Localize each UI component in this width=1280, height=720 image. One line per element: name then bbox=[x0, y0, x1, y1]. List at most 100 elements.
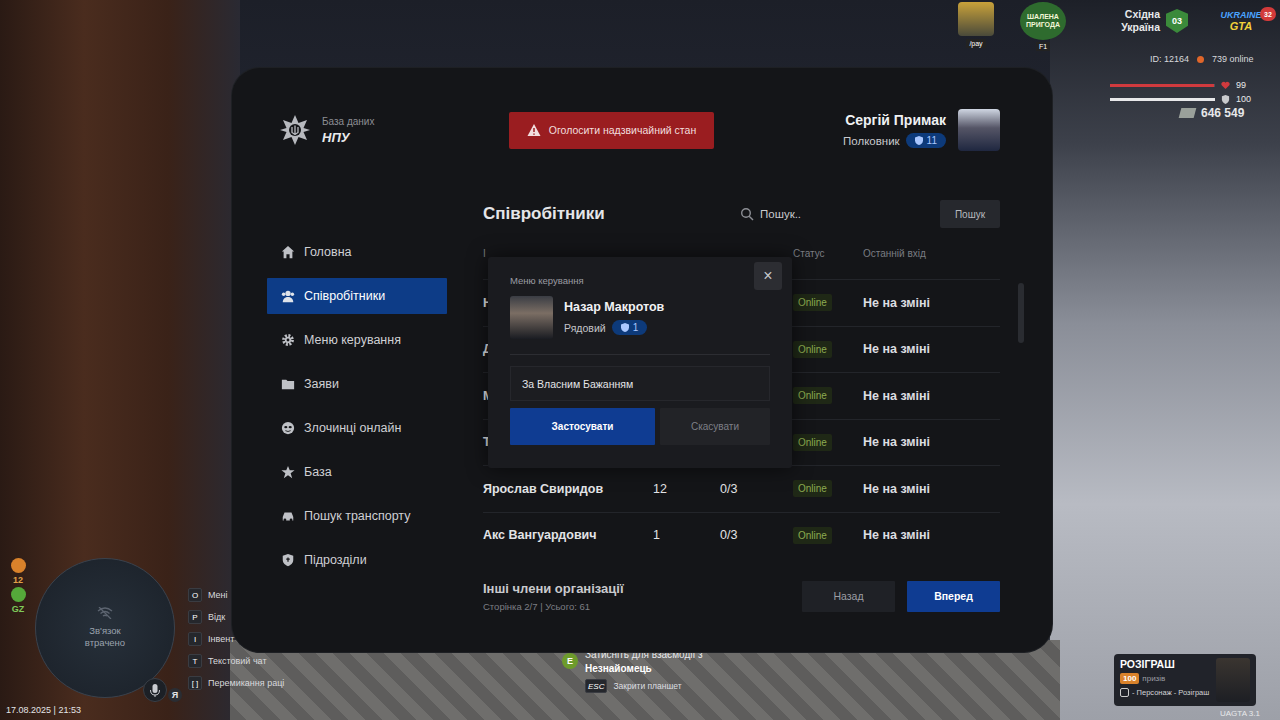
table-footer: Інші члени організаціїСторінка 2/7 | Усь… bbox=[483, 576, 1000, 616]
member-name: Назар Макротов bbox=[564, 300, 664, 314]
sidebar-item[interactable]: Співробітники bbox=[267, 278, 447, 314]
voice-label: Я bbox=[168, 688, 182, 702]
interact-texts: Затисніть для взаємодії зНезнайомецьESCЗ… bbox=[585, 648, 703, 693]
giveaway-panel[interactable]: РОЗІГРАШ100призів- Персонаж - Розіграш bbox=[1114, 654, 1256, 706]
region-badge: 03 bbox=[1166, 9, 1188, 33]
region-number: 03 bbox=[1172, 16, 1182, 26]
sidebar-item[interactable]: Підрозділи bbox=[267, 542, 447, 578]
sidebar-item-label: Підрозділи bbox=[304, 553, 367, 567]
status-cell: Online bbox=[793, 480, 863, 497]
modal-title: Меню керування bbox=[510, 275, 770, 287]
search-button[interactable]: Пошук bbox=[940, 200, 1000, 228]
shield-icon bbox=[915, 136, 923, 145]
armor-bar: 100 bbox=[1110, 94, 1256, 104]
prev-button[interactable]: Назад bbox=[802, 581, 895, 612]
money: 646 549 bbox=[1180, 106, 1244, 120]
interact-target: Незнайомець bbox=[585, 662, 703, 676]
warnings-cell: 0/3 bbox=[720, 528, 793, 542]
management-modal: Меню керування×Назар МакротовРядовий1За … bbox=[488, 257, 792, 468]
key-cap[interactable]: [ ] bbox=[188, 676, 202, 690]
esc-key[interactable]: ESC bbox=[585, 679, 607, 693]
sidebar-item-icon bbox=[281, 421, 295, 435]
police-tablet: База данихНПУОголосити надзвичайний стан… bbox=[232, 68, 1052, 652]
key-cap[interactable]: O bbox=[188, 588, 202, 602]
sidebar-item-icon bbox=[281, 553, 295, 567]
pay-picture bbox=[958, 2, 994, 36]
armor-bar-value: 100 bbox=[1236, 94, 1256, 104]
money-icon bbox=[1179, 108, 1197, 118]
brand-subtitle: База даних bbox=[322, 116, 374, 127]
giveaway-hint-row: - Персонаж - Розіграш bbox=[1120, 688, 1216, 697]
version-label: UAGTA 3.1 bbox=[1220, 709, 1260, 718]
warning-icon bbox=[527, 123, 541, 137]
interact-key[interactable]: E bbox=[562, 653, 578, 669]
last-login-cell: Не на зміні bbox=[863, 482, 1000, 496]
armor-bar-icon bbox=[1221, 95, 1230, 104]
sidebar: Головна Співробітники Меню керування Заяви З… bbox=[267, 234, 447, 652]
shield-icon bbox=[621, 323, 629, 332]
sidebar-item[interactable]: Пошук транспорту bbox=[267, 498, 447, 534]
stat-icon bbox=[11, 558, 26, 573]
key-label: Інвент bbox=[208, 634, 234, 644]
apply-button[interactable]: Застосувати bbox=[510, 408, 655, 445]
key-cap[interactable]: T bbox=[188, 654, 202, 668]
tablet-header: База данихНПУОголосити надзвичайний стан… bbox=[280, 108, 1000, 152]
last-login-cell: Не на зміні bbox=[863, 528, 1000, 542]
sidebar-item-label: Пошук транспорту bbox=[304, 509, 410, 523]
interaction-hint: EЗатисніть для взаємодії зНезнайомецьESC… bbox=[562, 648, 703, 693]
search-input[interactable] bbox=[760, 208, 930, 220]
sidebar-item-label: Головна bbox=[304, 245, 352, 259]
table-row[interactable]: Ярослав Свиридов120/3OnlineНе на зміні bbox=[483, 465, 1000, 512]
user-block: Сергій ПримакПолковник11 bbox=[714, 109, 1000, 151]
sidebar-item-label: Злочинці онлайн bbox=[304, 421, 401, 435]
adventure-key: F1 bbox=[1036, 42, 1050, 51]
column-header: Останній вхід bbox=[863, 248, 1000, 259]
status-cell: Online bbox=[793, 434, 863, 451]
adventure-shortcut[interactable]: ШАЛЕНА ПРИГОДА F1 bbox=[1019, 2, 1067, 51]
online-count: 739 online bbox=[1212, 54, 1254, 64]
sidebar-item[interactable]: База bbox=[267, 454, 447, 490]
online-dot-icon bbox=[1197, 56, 1204, 63]
next-button[interactable]: Вперед bbox=[907, 581, 1000, 612]
status-tag: Online bbox=[793, 434, 832, 451]
sidebar-item[interactable]: Заяви bbox=[267, 366, 447, 402]
modal-buttons: ЗастосуватиСкасувати bbox=[510, 408, 770, 445]
adventure-title: ШАЛЕНА ПРИГОДА bbox=[1023, 13, 1063, 29]
scrollbar-thumb[interactable] bbox=[1018, 283, 1024, 343]
rank-cell: 1 bbox=[653, 528, 720, 542]
giveaway-count: 100 bbox=[1120, 673, 1139, 684]
user-rank-row: Полковник11 bbox=[843, 133, 946, 148]
sidebar-item[interactable]: Злочинці онлайн bbox=[267, 410, 447, 446]
key-icon bbox=[1120, 688, 1129, 697]
sidebar-item-icon bbox=[281, 333, 295, 347]
key-hint: P Відк bbox=[188, 608, 284, 626]
sidebar-item[interactable]: Меню керування bbox=[267, 322, 447, 358]
key-cap[interactable]: P bbox=[188, 610, 202, 624]
table-row[interactable]: Акс Вангуардович10/3OnlineНе на зміні bbox=[483, 512, 1000, 559]
sidebar-item-label: Заяви bbox=[304, 377, 339, 391]
key-hints: OМеніPВідкIІнвентTТекстовий чат[ ]Переми… bbox=[188, 586, 284, 692]
emergency-button[interactable]: Оголосити надзвичайний стан bbox=[509, 112, 714, 149]
reason-field[interactable]: За Власним Бажанням bbox=[510, 366, 770, 401]
sidebar-item[interactable]: Головна bbox=[267, 234, 447, 270]
sidebar-item-icon bbox=[281, 245, 295, 259]
giveaway-title: РОЗІГРАШ bbox=[1120, 658, 1216, 670]
key-label: Текстовий чат bbox=[208, 656, 267, 666]
close-button[interactable]: × bbox=[754, 262, 782, 290]
region-indicator: Східна Україна03 bbox=[1090, 8, 1188, 34]
esc-hint: ESCЗакрити планшет bbox=[585, 679, 703, 693]
key-cap[interactable]: I bbox=[188, 632, 202, 646]
footer-info: Інші члени організаціїСторінка 2/7 | Усь… bbox=[483, 581, 802, 612]
search-box[interactable] bbox=[740, 207, 930, 221]
status-tag: Online bbox=[793, 480, 832, 497]
key-hint: [ ]Перемикання раці bbox=[188, 674, 284, 692]
user-info: Сергій ПримакПолковник11 bbox=[843, 112, 946, 148]
pay-shortcut[interactable]: /pay bbox=[957, 2, 995, 48]
key-label: Відк bbox=[208, 612, 225, 622]
title-row: СпівробітникиПошук bbox=[483, 200, 1000, 228]
giveaway-info: РОЗІГРАШ100призів- Персонаж - Розіграш bbox=[1120, 658, 1216, 702]
npu-logo-icon bbox=[280, 115, 310, 145]
cancel-button[interactable]: Скасувати bbox=[660, 408, 770, 445]
user-level-badge: 11 bbox=[906, 133, 946, 148]
sidebar-item-icon bbox=[281, 289, 295, 303]
